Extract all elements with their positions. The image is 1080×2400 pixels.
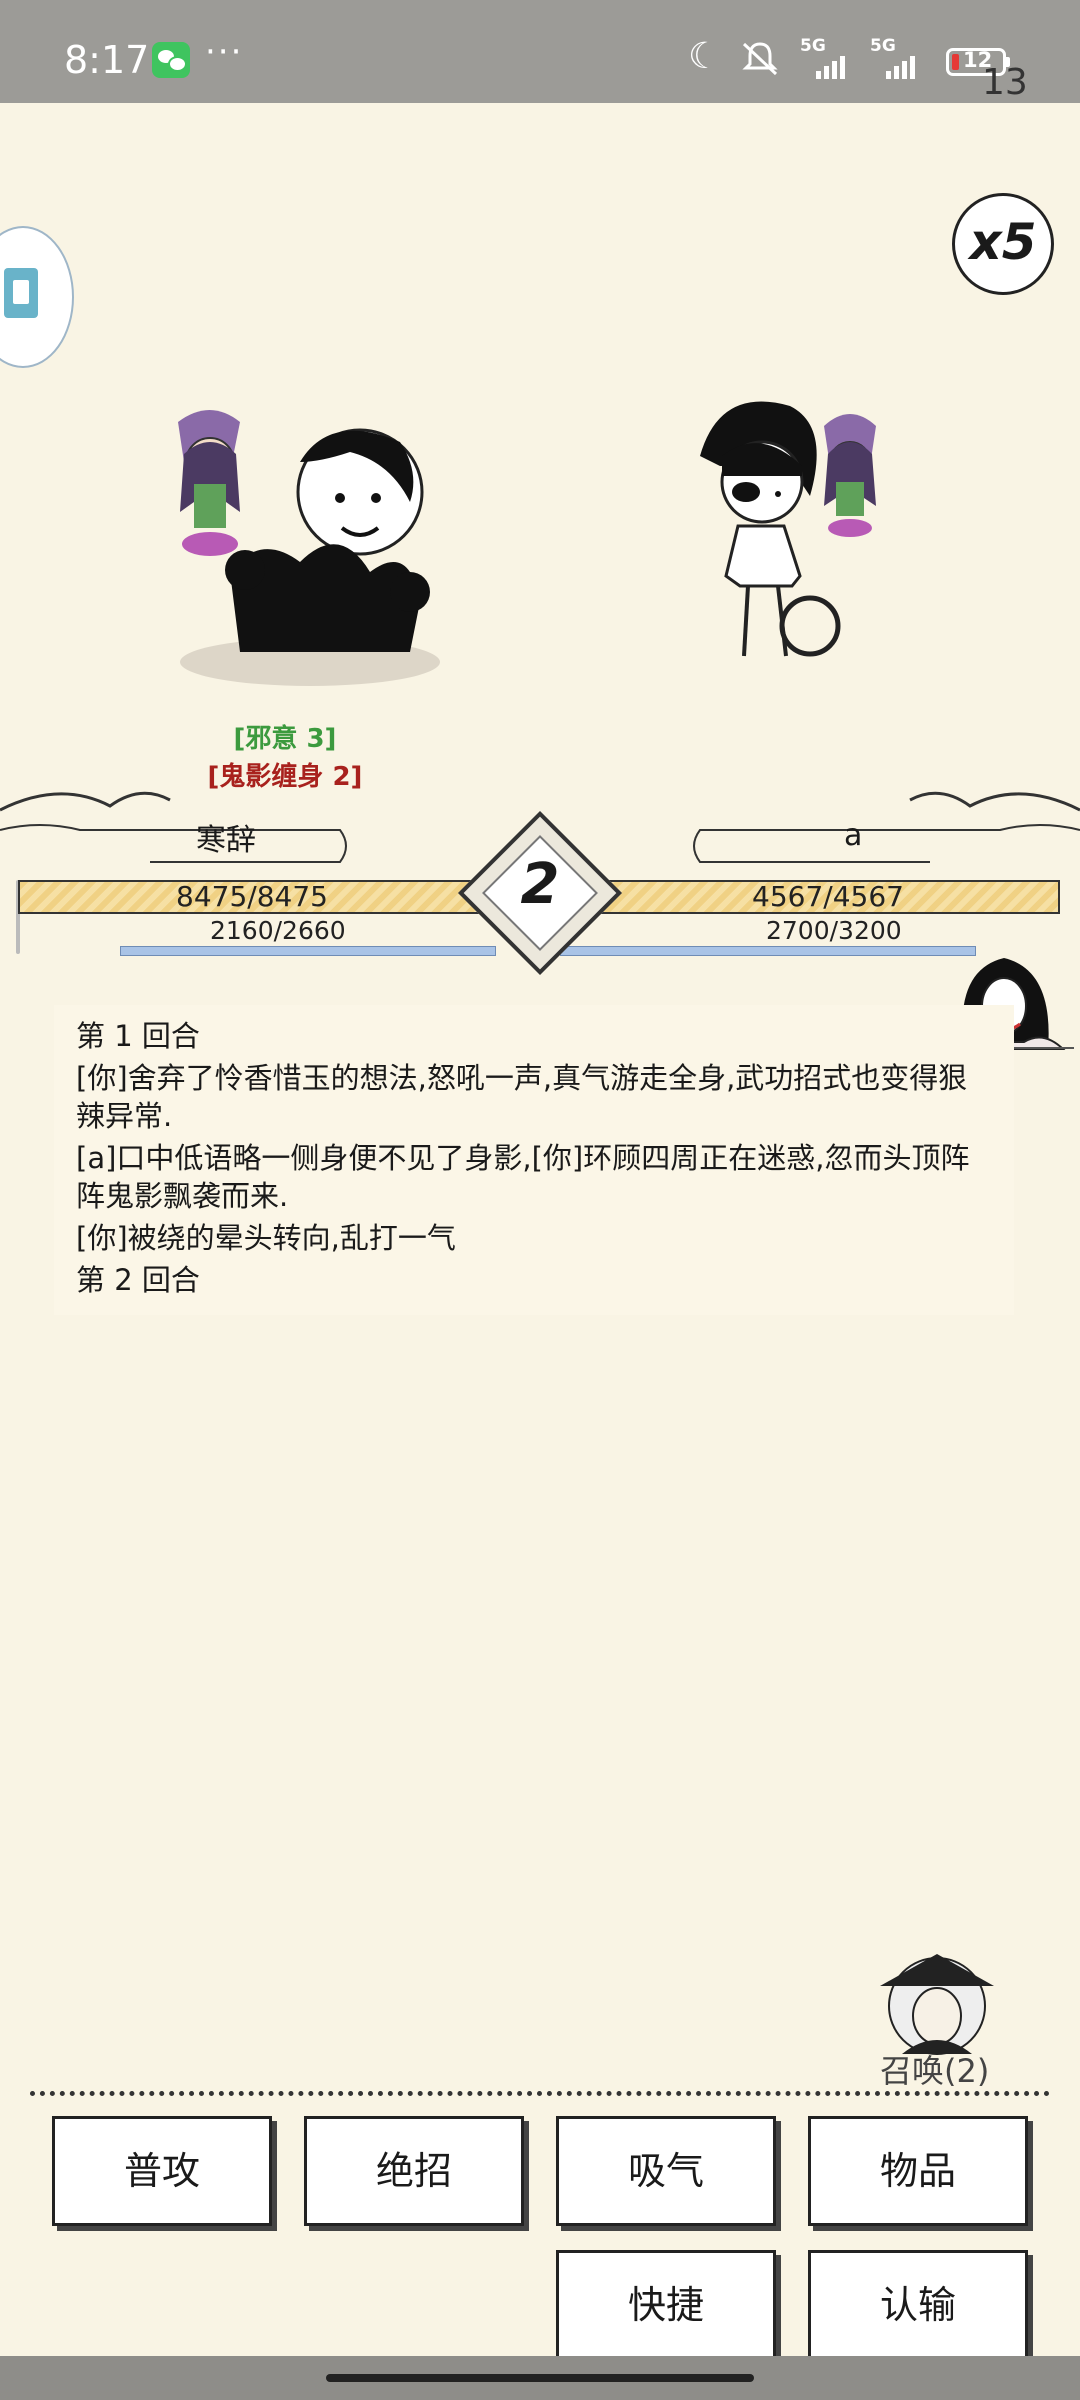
items-button[interactable]: 物品: [808, 2116, 1028, 2226]
opponent-character-art: [700, 401, 876, 657]
signal-icon: 5G: [800, 36, 852, 80]
opponent-mp-text: 2700/3200: [766, 916, 902, 945]
log-line: [a]口中低语略一侧身便不见了身影,[你]环顾四周正在迷惑,忽而头顶阵阵鬼影飘袭…: [76, 1141, 970, 1213]
surrender-button[interactable]: 认输: [808, 2250, 1028, 2360]
bell-muted-icon: [742, 42, 778, 76]
side-float-button[interactable]: [0, 226, 74, 368]
player-hp-text: 8475/8475: [176, 880, 328, 913]
round-number: 2: [520, 852, 560, 917]
absorb-button[interactable]: 吸气: [556, 2116, 776, 2226]
app-shortcut-icon: [4, 268, 38, 318]
opponent-name: a: [844, 818, 863, 853]
log-line: [你]舍弃了怜香惜玉的想法,怒吼一声,真气游走全身,武功招式也变得狠辣异常.: [76, 1061, 968, 1133]
player-character-art: [178, 410, 440, 686]
speed-toggle-button[interactable]: x5: [952, 193, 1054, 295]
summon-label[interactable]: 召唤(2): [880, 2046, 989, 2092]
ultimate-button[interactable]: 绝招: [304, 2116, 524, 2226]
divider: [30, 2091, 1050, 2096]
clock: 8:17: [64, 38, 150, 82]
home-gesture-handle[interactable]: [326, 2374, 754, 2382]
status-bar: 8:17 ··· ☾ 5G 5G 12: [0, 0, 1080, 103]
shortcut-button[interactable]: 快捷: [556, 2250, 776, 2360]
log-line: 第 1 回合: [76, 1019, 200, 1053]
summon-button[interactable]: [872, 1946, 1002, 2056]
player-name: 寒辞: [196, 823, 256, 858]
log-line: [你]被绕的晕头转向,乱打一气: [76, 1221, 456, 1255]
log-line: 第 2 回合: [76, 1263, 200, 1297]
attack-button[interactable]: 普攻: [52, 2116, 272, 2226]
corner-counter: 13: [982, 62, 1028, 103]
companion-sprite-left: [178, 410, 240, 556]
wechat-icon: [152, 42, 190, 78]
companion-sprite-right: [824, 414, 876, 537]
moon-icon: ☾: [688, 36, 721, 77]
player-mp-text: 2160/2660: [210, 916, 346, 945]
status-effect-evil-intent: [邪意 3]: [233, 724, 337, 754]
opponent-mp-bar: [560, 946, 976, 956]
opponent-hp-text: 4567/4567: [752, 880, 904, 913]
battle-log: 第 1 回合 [你]舍弃了怜香惜玉的想法,怒吼一声,真气游走全身,武功招式也变得…: [54, 1005, 1014, 1315]
player-mp-bar: [120, 946, 496, 956]
signal-icon: 5G: [870, 36, 922, 80]
more-notifications: ···: [205, 32, 244, 72]
